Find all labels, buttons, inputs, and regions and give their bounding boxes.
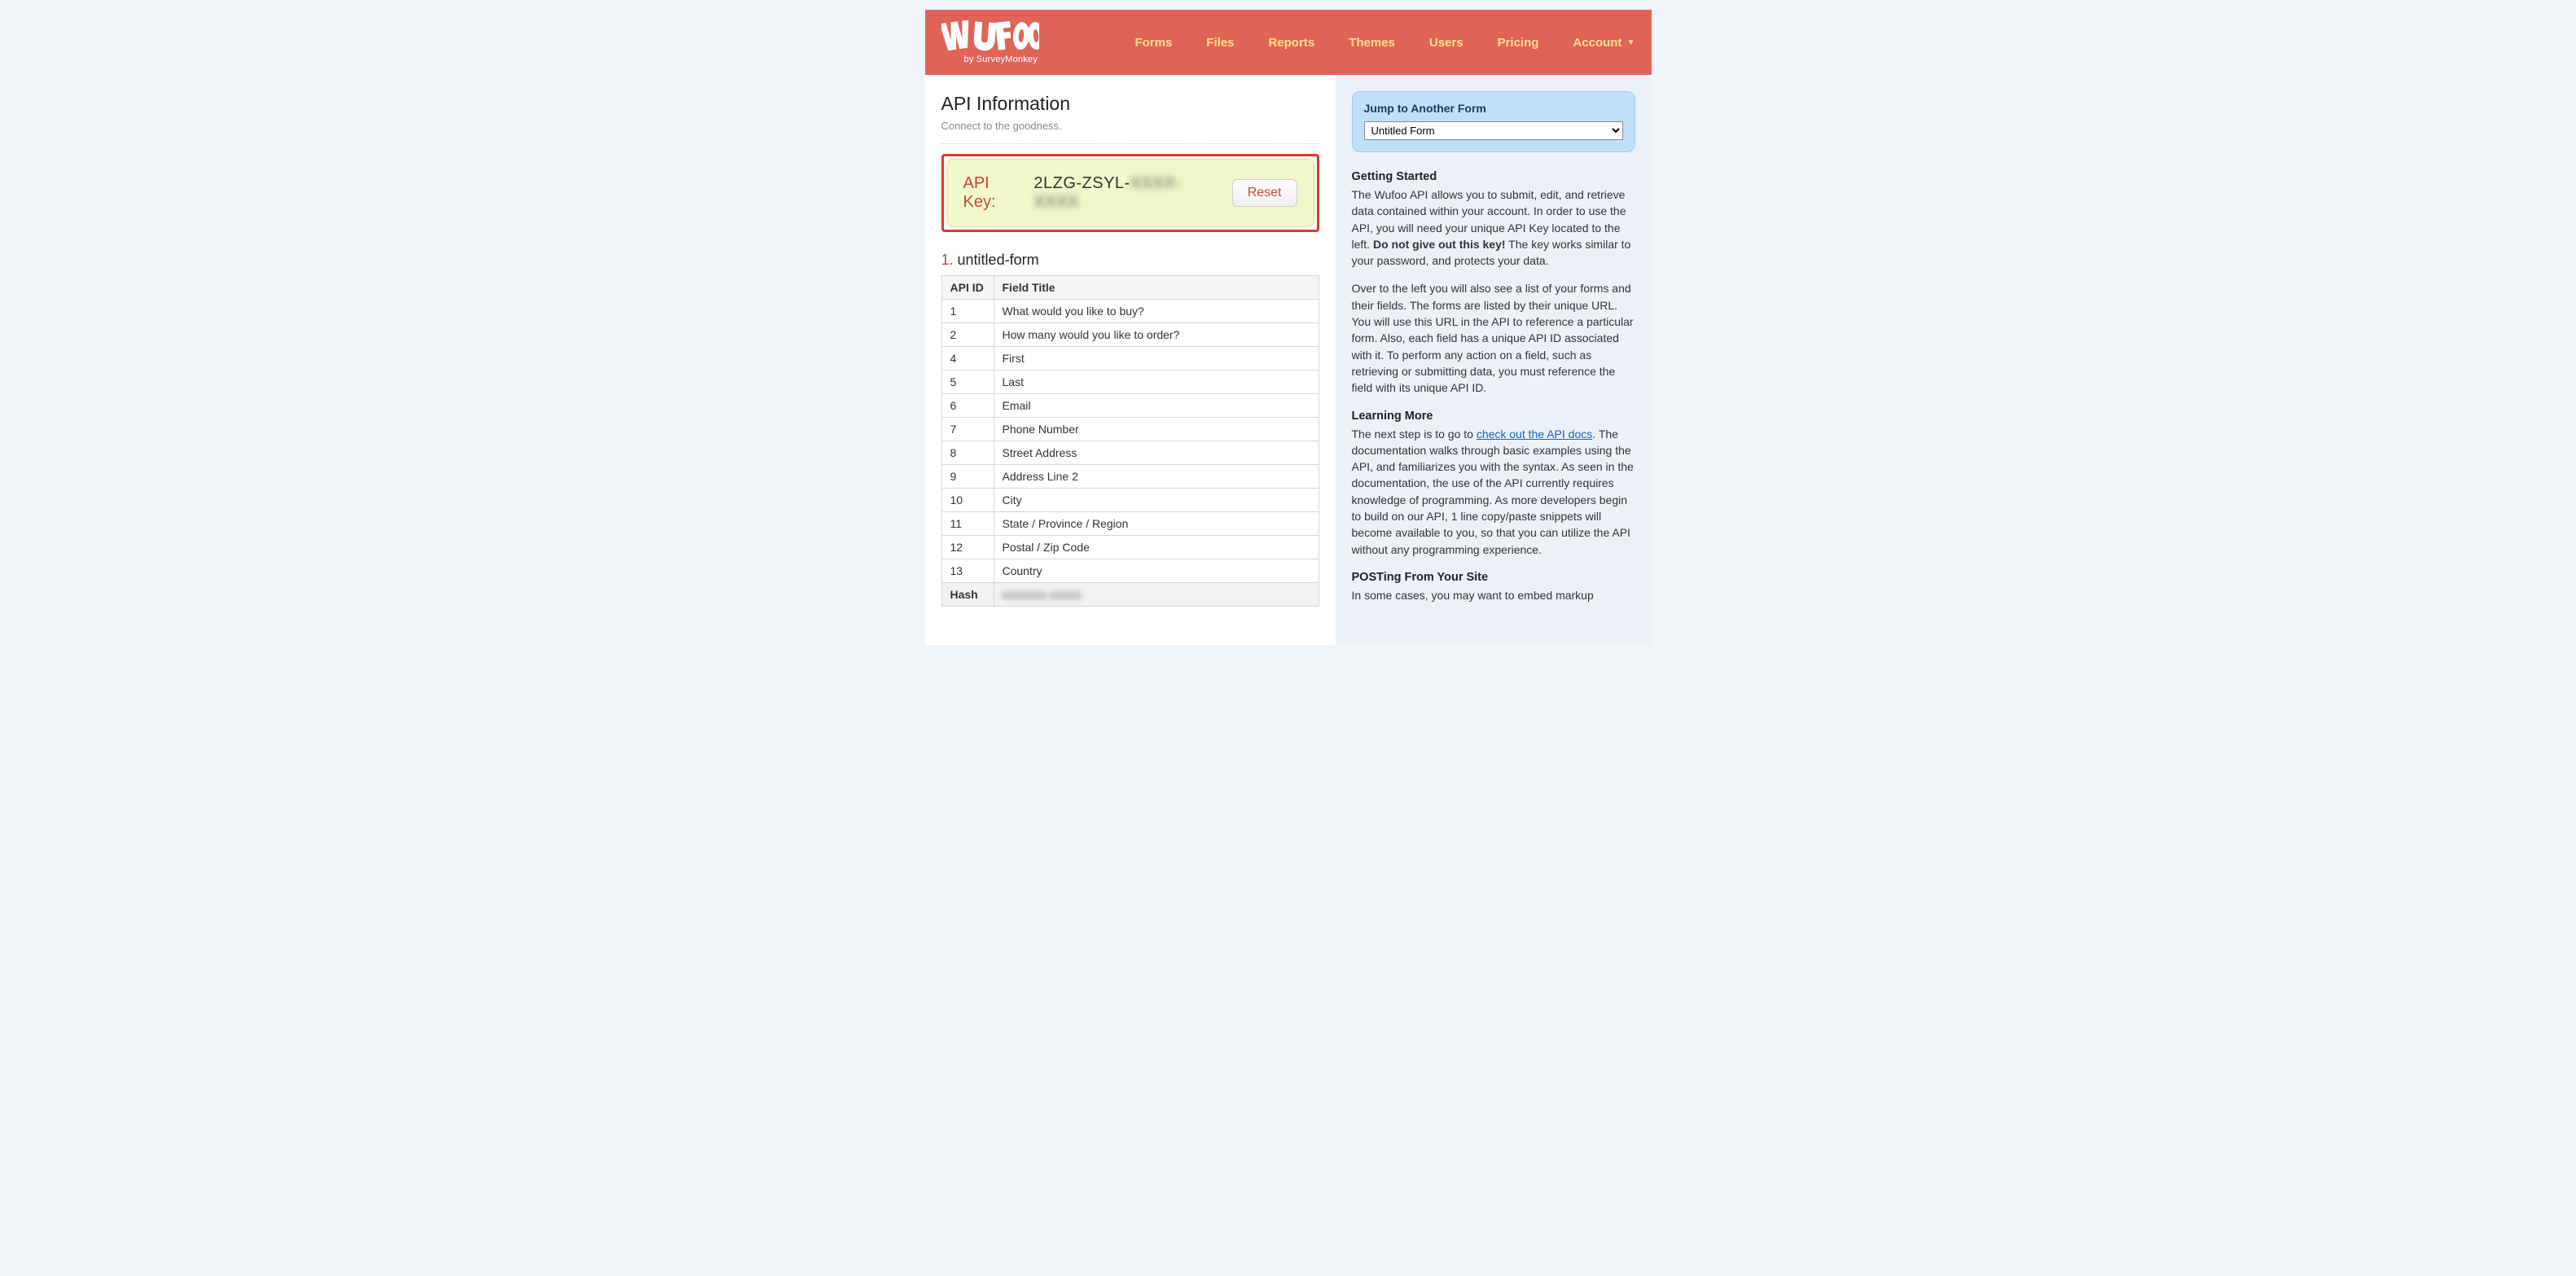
page-subtitle: Connect to the goodness. — [941, 120, 1319, 132]
cell-hash-label: Hash — [941, 583, 994, 607]
nav-users[interactable]: Users — [1429, 36, 1464, 50]
jump-box: Jump to Another Form Untitled Form — [1352, 91, 1635, 152]
app-container: by SurveyMonkey Forms Files Reports Them… — [925, 10, 1652, 645]
heading-posting: POSTing From Your Site — [1352, 571, 1635, 584]
cell-api-id: 1 — [941, 300, 994, 323]
table-row: 4First — [941, 347, 1319, 371]
table-row: 7Phone Number — [941, 418, 1319, 441]
cell-field-title: Last — [994, 371, 1319, 394]
nav-themes[interactable]: Themes — [1349, 36, 1395, 50]
table-row: 8Street Address — [941, 441, 1319, 465]
logo-byline: by SurveyMonkey — [941, 55, 1038, 64]
cell-field-title: First — [994, 347, 1319, 371]
heading-learning-more: Learning More — [1352, 410, 1635, 423]
cell-field-title: Country — [994, 559, 1319, 583]
jump-heading: Jump to Another Form — [1364, 102, 1623, 115]
getting-started-p1: The Wufoo API allows you to submit, edit… — [1352, 186, 1635, 269]
text: The next step is to go to — [1352, 428, 1477, 441]
cell-field-title: Postal / Zip Code — [994, 536, 1319, 559]
nav-forms[interactable]: Forms — [1134, 36, 1172, 50]
table-row: 6Email — [941, 394, 1319, 418]
cell-api-id: 8 — [941, 441, 994, 465]
api-docs-link[interactable]: check out the API docs — [1477, 428, 1592, 441]
cell-field-title: Street Address — [994, 441, 1319, 465]
body: API Information Connect to the goodness.… — [925, 75, 1652, 645]
cell-api-id: 12 — [941, 536, 994, 559]
warning-text: Do not give out this key! — [1373, 238, 1506, 251]
page-title: API Information — [941, 93, 1319, 115]
table-row: 9Address Line 2 — [941, 465, 1319, 489]
form-number: 1. — [941, 252, 954, 268]
api-key-box: API Key: 2LZG-ZSYL-XXXX-XXXX Reset — [946, 159, 1314, 227]
cell-field-title: City — [994, 489, 1319, 512]
divider — [941, 143, 1319, 144]
table-row: 10City — [941, 489, 1319, 512]
main-column: API Information Connect to the goodness.… — [925, 75, 1336, 631]
api-key-highlight: API Key: 2LZG-ZSYL-XXXX-XXXX Reset — [941, 154, 1319, 232]
cell-api-id: 9 — [941, 465, 994, 489]
sidebar: Jump to Another Form Untitled Form Getti… — [1336, 75, 1652, 645]
posting-p1: In some cases, you may want to embed mar… — [1352, 587, 1635, 603]
nav-pricing[interactable]: Pricing — [1498, 36, 1539, 50]
logo[interactable]: by SurveyMonkey — [941, 20, 1039, 64]
learning-more-p1: The next step is to go to check out the … — [1352, 426, 1635, 558]
api-key-visible: 2LZG-ZSYL- — [1033, 174, 1130, 192]
reset-button[interactable]: Reset — [1232, 179, 1297, 207]
col-field-title: Field Title — [994, 276, 1319, 300]
cell-api-id: 4 — [941, 347, 994, 371]
cell-field-title: State / Province / Region — [994, 512, 1319, 536]
nav-reports[interactable]: Reports — [1268, 36, 1314, 50]
api-key-label: API Key: — [963, 174, 1026, 212]
header: by SurveyMonkey Forms Files Reports Them… — [925, 10, 1652, 75]
table-row: 12Postal / Zip Code — [941, 536, 1319, 559]
cell-field-title: What would you like to buy? — [994, 300, 1319, 323]
table-row: 11State / Province / Region — [941, 512, 1319, 536]
heading-getting-started: Getting Started — [1352, 170, 1635, 183]
fields-table: API ID Field Title 1What would you like … — [941, 275, 1319, 607]
cell-field-title: How many would you like to order? — [994, 323, 1319, 347]
form-name: untitled-form — [958, 252, 1039, 268]
getting-started-p2: Over to the left you will also see a lis… — [1352, 280, 1635, 396]
table-row: 1What would you like to buy? — [941, 300, 1319, 323]
cell-api-id: 13 — [941, 559, 994, 583]
caret-down-icon: ▼ — [1627, 38, 1635, 47]
table-row-hash: Hashxxxxxxx xxxxx — [941, 583, 1319, 607]
nav-account[interactable]: Account ▼ — [1573, 36, 1635, 50]
cell-field-title: Email — [994, 394, 1319, 418]
cell-api-id: 11 — [941, 512, 994, 536]
table-header-row: API ID Field Title — [941, 276, 1319, 300]
table-row: 5Last — [941, 371, 1319, 394]
nav-account-label: Account — [1573, 36, 1622, 50]
wufoo-logo-icon — [941, 20, 1039, 53]
cell-hash-value: xxxxxxx xxxxx — [994, 583, 1319, 607]
text: . The documentation walks through basic … — [1352, 428, 1634, 556]
cell-api-id: 10 — [941, 489, 994, 512]
table-row: 13Country — [941, 559, 1319, 583]
nav-files[interactable]: Files — [1206, 36, 1234, 50]
cell-api-id: 7 — [941, 418, 994, 441]
table-row: 2How many would you like to order? — [941, 323, 1319, 347]
col-api-id: API ID — [941, 276, 994, 300]
main-nav: Forms Files Reports Themes Users Pricing… — [1134, 36, 1635, 50]
jump-select[interactable]: Untitled Form — [1364, 121, 1623, 140]
cell-api-id: 2 — [941, 323, 994, 347]
cell-api-id: 6 — [941, 394, 994, 418]
cell-api-id: 5 — [941, 371, 994, 394]
api-key-value: 2LZG-ZSYL-XXXX-XXXX — [1033, 174, 1223, 212]
form-heading: 1. untitled-form — [941, 252, 1319, 269]
cell-field-title: Address Line 2 — [994, 465, 1319, 489]
cell-field-title: Phone Number — [994, 418, 1319, 441]
